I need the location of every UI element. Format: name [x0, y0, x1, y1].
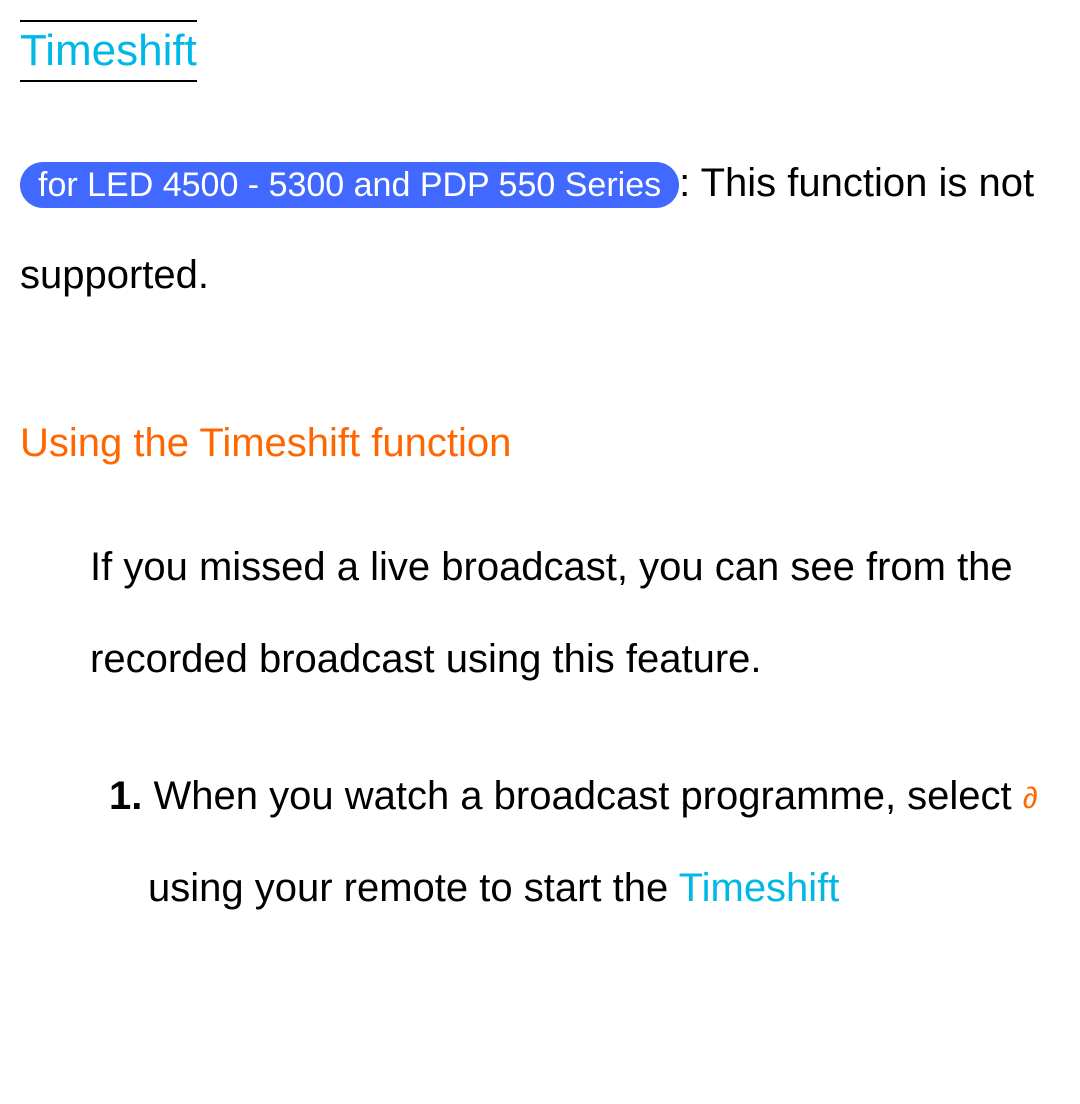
page-title: Timeshift — [20, 20, 197, 82]
section-intro-text: If you missed a live broadcast, you can … — [20, 521, 1060, 705]
timeshift-keyword: Timeshift — [679, 866, 840, 910]
step-text-part1: When you watch a broadcast programme, se… — [153, 774, 1022, 818]
instruction-step: 1. When you watch a broadcast programme,… — [20, 750, 1060, 934]
compatibility-note: for LED 4500 - 5300 and PDP 550 Series: … — [20, 137, 1060, 321]
series-badge: for LED 4500 - 5300 and PDP 550 Series — [20, 162, 679, 208]
play-icon: ∂ — [1023, 782, 1038, 815]
step-number: 1. — [109, 774, 142, 818]
section-heading: Using the Timeshift function — [20, 421, 1060, 466]
step-text-part2: using your remote to start the — [148, 866, 679, 910]
